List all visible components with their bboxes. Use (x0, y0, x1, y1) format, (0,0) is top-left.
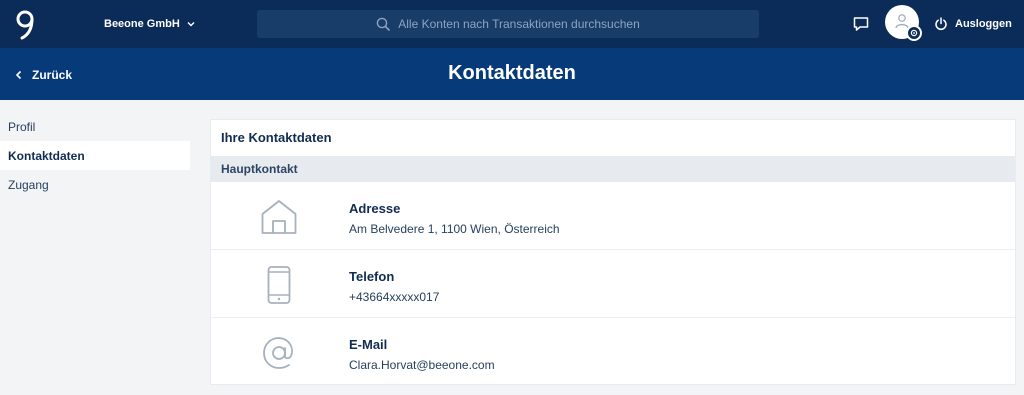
search-placeholder: Alle Konten nach Transaktionen durchsuch… (398, 17, 640, 31)
page-header (0, 48, 1024, 100)
section-header: Hauptkontakt (211, 156, 1015, 182)
email-label: E-Mail (349, 337, 388, 352)
search-input[interactable]: Alle Konten nach Transaktionen durchsuch… (257, 10, 759, 38)
chat-icon[interactable] (852, 15, 870, 33)
search-icon (376, 17, 391, 31)
chevron-down-icon (187, 22, 195, 27)
contact-row-phone: Telefon +43664xxxxx017 (211, 250, 1015, 318)
logo-icon[interactable] (14, 8, 40, 40)
sidebar-item-kontaktdaten[interactable]: Kontaktdaten (0, 141, 190, 170)
address-value: Am Belvedere 1, 1100 Wien, Österreich (349, 222, 560, 236)
sidebar: Profil Kontaktdaten Zugang (0, 112, 190, 199)
house-icon (261, 200, 297, 234)
top-bar: Beeone GmbH Alle Konten nach Transaktion… (0, 0, 1024, 48)
address-label: Adresse (349, 201, 401, 216)
email-value: Clara.Horvat@beeone.com (349, 358, 495, 372)
company-name: Beeone GmbH (104, 18, 180, 30)
company-switcher[interactable]: Beeone GmbH (104, 15, 196, 33)
contact-card: Ihre Kontaktdaten Hauptkontakt Adresse A… (210, 119, 1016, 385)
sidebar-item-zugang[interactable]: Zugang (0, 170, 190, 199)
power-icon (935, 17, 947, 31)
gear-icon (906, 25, 922, 41)
logout-button[interactable]: Ausloggen (934, 15, 1012, 33)
logout-label: Ausloggen (955, 18, 1012, 30)
card-title: Ihre Kontaktdaten (221, 130, 332, 145)
chevron-left-icon (15, 70, 22, 80)
at-sign-icon (263, 337, 293, 369)
back-button[interactable]: Zurück (14, 66, 72, 84)
phone-value: +43664xxxxx017 (349, 290, 440, 304)
sidebar-item-profil[interactable]: Profil (0, 112, 190, 141)
contact-row-address: Adresse Am Belvedere 1, 1100 Wien, Öster… (211, 182, 1015, 250)
back-label: Zurück (32, 68, 73, 82)
phone-label: Telefon (349, 269, 395, 284)
phone-icon (267, 266, 291, 304)
contact-row-email: E-Mail Clara.Horvat@beeone.com (211, 318, 1015, 384)
avatar[interactable] (885, 5, 922, 41)
